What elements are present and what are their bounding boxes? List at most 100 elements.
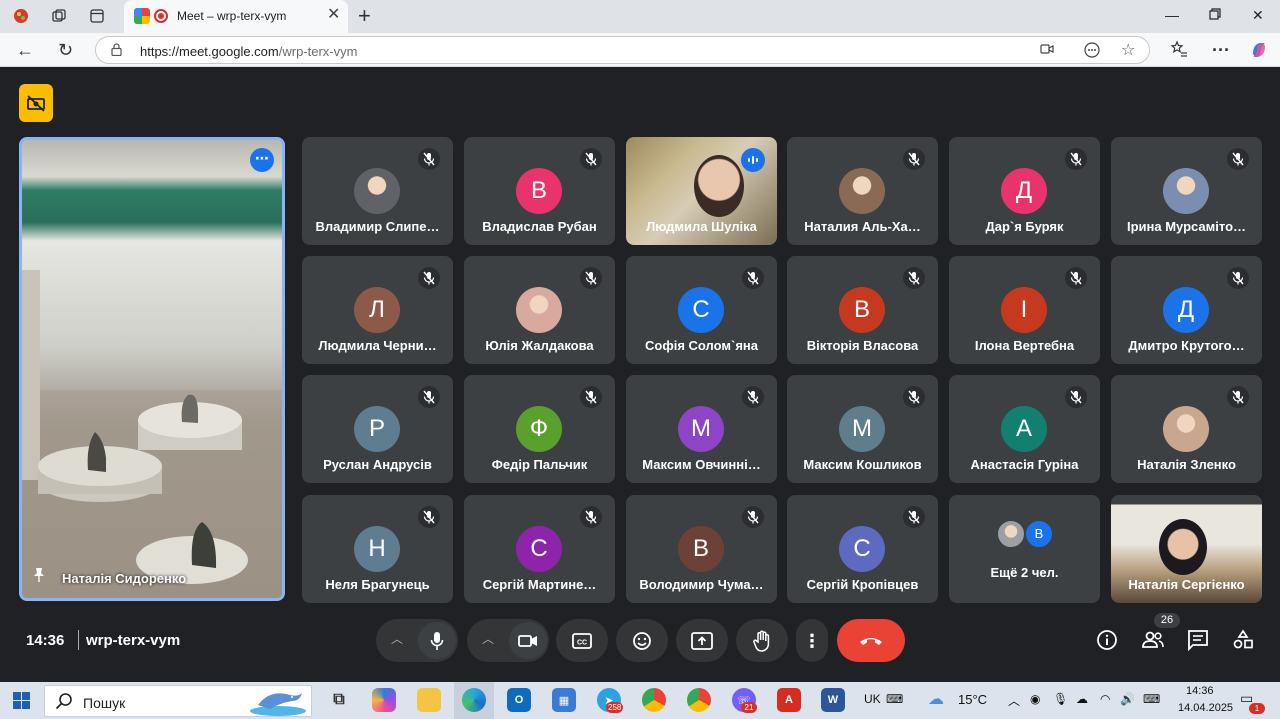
taskbar-time[interactable]: 14:36: [1186, 685, 1214, 697]
lock-icon[interactable]: [111, 43, 122, 56]
favorites-icon[interactable]: [1170, 40, 1188, 62]
weather-temperature[interactable]: 15°C: [958, 692, 987, 707]
search-icon: [55, 692, 73, 715]
outlook-icon[interactable]: O: [507, 688, 531, 712]
participant-tile[interactable]: В Владислав Рубан: [464, 137, 615, 245]
new-tab-button[interactable]: +: [358, 3, 371, 29]
keyboard-icon[interactable]: ⌨: [886, 692, 903, 706]
participant-tile[interactable]: Ф Федір Пальчик: [464, 375, 615, 483]
microphone-icon: [430, 631, 444, 650]
participant-tile[interactable]: Людмила Шуліка: [626, 137, 777, 245]
participant-tile[interactable]: В Вікторія Власова: [787, 256, 938, 364]
participant-tile[interactable]: В Володимир Чума…: [626, 495, 777, 603]
camera-icon: [518, 634, 537, 647]
participant-tile[interactable]: Д Дмитро Крутого…: [1111, 256, 1262, 364]
acrobat-icon[interactable]: A: [777, 688, 801, 712]
edge-browser-icon[interactable]: [462, 688, 486, 712]
task-view-icon[interactable]: ⧉: [327, 688, 351, 712]
maximize-button[interactable]: [1209, 7, 1221, 23]
profile-icon[interactable]: [11, 6, 31, 26]
keyboard-layout-icon[interactable]: ⌨: [1143, 692, 1160, 706]
participant-tile[interactable]: Д Дар`я Буряк: [949, 137, 1100, 245]
show-hidden-icons-chevron-icon[interactable]: ︿: [1008, 692, 1020, 709]
close-window-button[interactable]: ✕: [1252, 7, 1264, 24]
favorite-star-icon[interactable]: ☆: [1121, 40, 1135, 60]
windows-start-icon[interactable]: [13, 692, 30, 709]
participant-tile[interactable]: М Максим Овчинні…: [626, 375, 777, 483]
camera-button[interactable]: [509, 622, 547, 659]
copilot-app-icon[interactable]: [372, 688, 396, 712]
cloud-sync-icon[interactable]: ☁: [1076, 692, 1088, 706]
people-icon: [1142, 631, 1164, 648]
microsoft-store-icon[interactable]: ▦: [552, 688, 576, 712]
word-icon[interactable]: W: [821, 688, 845, 712]
copilot-icon[interactable]: [1249, 40, 1269, 64]
participant-tile[interactable]: В Ещё 2 чел.: [949, 495, 1100, 603]
file-explorer-icon[interactable]: [417, 688, 441, 712]
leave-call-button[interactable]: [837, 619, 905, 662]
wifi-icon[interactable]: ◠: [1100, 692, 1110, 706]
chrome-profile-icon[interactable]: [687, 688, 711, 712]
participant-tile[interactable]: Наталія Сергієнко: [1111, 495, 1262, 603]
mic-off-icon: [903, 386, 925, 408]
taskbar-date[interactable]: 14.04.2025: [1178, 702, 1233, 714]
weather-cloud-icon[interactable]: ☁: [928, 689, 944, 709]
chat-button[interactable]: [1185, 627, 1211, 653]
address-bar-row: ← ↻ https://meet.google.com/wrp-terx-vym…: [0, 33, 1280, 67]
participant-tile[interactable]: Юлія Жалдакова: [464, 256, 615, 364]
mic-options-chevron-icon[interactable]: ︿: [391, 630, 403, 647]
tab-actions-icon[interactable]: [87, 6, 107, 26]
reload-icon[interactable]: ↻: [58, 40, 73, 60]
reactions-button[interactable]: [616, 619, 668, 662]
participant-tile[interactable]: Наталия Аль-Ха…: [787, 137, 938, 245]
camera-options-chevron-icon[interactable]: ︿: [482, 630, 494, 647]
browser-tab-bar: Meet – wrp-terx-vym ✕ + — ✕: [0, 0, 1280, 33]
participant-tile[interactable]: Р Руслан Андрусів: [302, 375, 453, 483]
participant-tile[interactable]: С Сергій Мартине…: [464, 495, 615, 603]
mic-off-icon: [580, 506, 602, 528]
pinned-participant-tile[interactable]: ⋯ Наталія Сидоренко: [19, 137, 285, 601]
volume-icon[interactable]: 🔊: [1120, 692, 1135, 706]
participant-tile[interactable]: А Анастасія Гуріна: [949, 375, 1100, 483]
participant-tile[interactable]: Н Неля Брагунець: [302, 495, 453, 603]
settings-more-icon[interactable]: ···: [1212, 40, 1230, 60]
more-info-icon[interactable]: [1084, 42, 1100, 61]
camera-in-use-icon[interactable]: [1040, 42, 1054, 58]
participant-tile[interactable]: С Софія Солом`яна: [626, 256, 777, 364]
participant-tile[interactable]: Ірина Мурсаміто…: [1111, 137, 1262, 245]
taskbar-search-input[interactable]: Пошук: [44, 685, 312, 717]
pinned-more-options-icon[interactable]: ⋯: [250, 148, 274, 172]
activities-button[interactable]: [1230, 627, 1256, 653]
participant-tile[interactable]: М Максим Кошликов: [787, 375, 938, 483]
mic-off-icon: [418, 386, 440, 408]
minimize-button[interactable]: —: [1165, 7, 1179, 23]
present-screen-button[interactable]: [676, 619, 728, 662]
more-options-button[interactable]: ⋮: [796, 619, 828, 662]
mic-off-icon: [418, 148, 440, 170]
workspaces-icon[interactable]: [49, 6, 69, 26]
camera-off-notice-icon[interactable]: [19, 84, 53, 122]
avatar: М: [678, 406, 724, 452]
svg-text:CC: CC: [577, 639, 587, 646]
participant-name: Ілона Вертебна: [974, 338, 1075, 353]
keyboard-language[interactable]: UK: [864, 692, 881, 706]
url-input[interactable]: https://meet.google.com/wrp-terx-vym ☆: [95, 36, 1150, 64]
mic-off-icon: [742, 506, 764, 528]
microphone-tray-icon[interactable]: 🎙: [1053, 692, 1068, 706]
captions-button[interactable]: CC: [556, 619, 608, 662]
participant-tile[interactable]: Владимир Слипе…: [302, 137, 453, 245]
raise-hand-button[interactable]: [736, 619, 788, 662]
participant-tile[interactable]: І Ілона Вертебна: [949, 256, 1100, 364]
tab-meet[interactable]: Meet – wrp-terx-vym ✕: [124, 0, 348, 33]
people-button[interactable]: [1140, 627, 1166, 653]
pin-icon[interactable]: [32, 567, 46, 586]
close-tab-icon[interactable]: ✕: [327, 7, 340, 23]
participant-tile[interactable]: Наталія Зленко: [1111, 375, 1262, 483]
participant-tile[interactable]: С Сергій Кропівцев: [787, 495, 938, 603]
meeting-details-button[interactable]: [1094, 627, 1120, 653]
chrome-icon[interactable]: [642, 688, 666, 712]
participant-tile[interactable]: Л Людмила Черни…: [302, 256, 453, 364]
microphone-button[interactable]: [418, 622, 456, 659]
back-arrow-icon[interactable]: ←: [16, 40, 34, 60]
camera-tray-icon[interactable]: ◉: [1030, 692, 1040, 706]
